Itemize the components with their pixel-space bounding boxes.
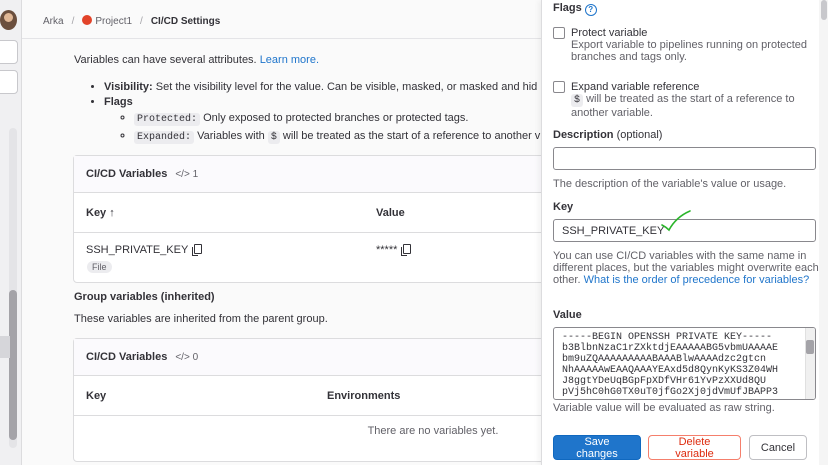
delete-variable-button[interactable]: Delete variable xyxy=(648,435,741,460)
empty-state-text: There are no variables yet. xyxy=(367,425,499,437)
cicd-variables-card: CI/CD Variables </> 1 Key ↑ Value SSH_PR… xyxy=(73,155,553,283)
protected-flag-desc: Protected: Only exposed to protected bra… xyxy=(134,112,540,126)
variable-count: </> 0 xyxy=(175,351,199,363)
code-icon: </> xyxy=(175,351,190,363)
project-icon xyxy=(82,15,93,25)
column-environments: Environments xyxy=(327,389,401,402)
sidebar-scrollbar[interactable] xyxy=(9,290,17,440)
cancel-button[interactable]: Cancel xyxy=(749,435,807,460)
drawer-scroll-track xyxy=(819,0,828,465)
sidebar-control-1[interactable] xyxy=(0,40,18,64)
variable-key: SSH_PRIVATE_KEY xyxy=(86,244,203,256)
description-input[interactable] xyxy=(553,147,816,170)
variable-value-masked: ***** xyxy=(376,244,412,256)
visibility-item: Visibility: Set the visibility level for… xyxy=(104,81,540,93)
flags-label: Flags? xyxy=(553,2,597,16)
breadcrumb-item-current[interactable]: CI/CD Settings xyxy=(151,16,220,27)
breadcrumb-item-group[interactable]: Arka xyxy=(43,16,64,27)
group-variables-card: CI/CD Variables </> 0 Key Environments T… xyxy=(73,338,553,462)
group-variables-desc: These variables are inherited from the p… xyxy=(74,313,328,325)
description-help: The description of the variable's value … xyxy=(553,178,787,190)
intro-text: Variables can have several attributes. L… xyxy=(74,54,319,66)
column-key[interactable]: Key ↑ xyxy=(86,207,115,219)
main-content: Arka / Project1 / CI/CD Settings Variabl… xyxy=(22,0,553,465)
breadcrumb-separator: / xyxy=(140,15,143,27)
copy-key-icon[interactable] xyxy=(192,244,203,256)
value-help: Variable value will be evaluated as raw … xyxy=(553,402,775,414)
breadcrumb: Arka / Project1 / CI/CD Settings xyxy=(43,15,220,27)
key-help: You can use CI/CD variables with the sam… xyxy=(553,250,819,286)
code-icon: </> xyxy=(175,168,190,180)
value-label: Value xyxy=(553,309,582,321)
edit-variable-drawer: Flags? Protect variable Export variable … xyxy=(541,0,828,465)
expand-variable-checkbox[interactable] xyxy=(553,81,565,93)
variable-count: </> 1 xyxy=(175,168,199,180)
flags-item: Flags Protected: Only exposed to protect… xyxy=(104,96,540,144)
breadcrumb-item-project[interactable]: Project1 xyxy=(82,15,132,27)
expanded-flag-desc: Expanded: Variables with $ will be treat… xyxy=(134,130,540,144)
sidebar-active-item[interactable] xyxy=(0,336,10,358)
column-key: Key xyxy=(86,389,107,402)
checkmark-annotation-icon xyxy=(661,210,691,232)
card-title: CI/CD Variables xyxy=(86,351,168,363)
description-label: Description (optional) xyxy=(553,129,663,141)
protect-variable-checkbox[interactable] xyxy=(553,27,565,39)
user-avatar[interactable] xyxy=(0,10,17,30)
card-title: CI/CD Variables xyxy=(86,168,168,180)
copy-value-icon[interactable] xyxy=(401,244,412,256)
precedence-link[interactable]: What is the order of precedence for vari… xyxy=(584,274,810,286)
learn-more-link[interactable]: Learn more. xyxy=(260,54,319,66)
sidebar-control-2[interactable] xyxy=(0,70,18,94)
table-header: Key Environments xyxy=(74,376,552,416)
expand-variable-text: Expand variable reference $ will be trea… xyxy=(571,81,795,119)
card-header: CI/CD Variables </> 1 xyxy=(74,156,552,193)
header-divider xyxy=(22,38,542,39)
key-label: Key xyxy=(553,201,574,213)
table-row: SSH_PRIVATE_KEY File ***** xyxy=(74,233,552,293)
breadcrumb-separator: / xyxy=(71,15,75,27)
table-header: Key ↑ Value xyxy=(74,193,552,233)
value-textarea[interactable]: -----BEGIN OPENSSH PRIVATE KEY----- b3Bl… xyxy=(553,327,816,400)
save-changes-button[interactable]: Save changes xyxy=(553,435,641,460)
drawer-scrollbar[interactable] xyxy=(821,0,827,20)
group-variables-title: Group variables (inherited) xyxy=(74,291,215,303)
column-value: Value xyxy=(376,206,405,219)
attribute-list: Visibility: Set the visibility level for… xyxy=(104,81,540,148)
help-icon[interactable]: ? xyxy=(584,4,597,16)
textarea-scrollbar[interactable] xyxy=(805,328,815,399)
card-header: CI/CD Variables </> 0 xyxy=(74,339,552,376)
sort-ascending-icon: ↑ xyxy=(109,206,115,219)
protect-variable-text: Protect variable Export variable to pipe… xyxy=(571,27,808,63)
left-sidebar xyxy=(0,0,22,465)
file-badge: File xyxy=(87,261,112,273)
